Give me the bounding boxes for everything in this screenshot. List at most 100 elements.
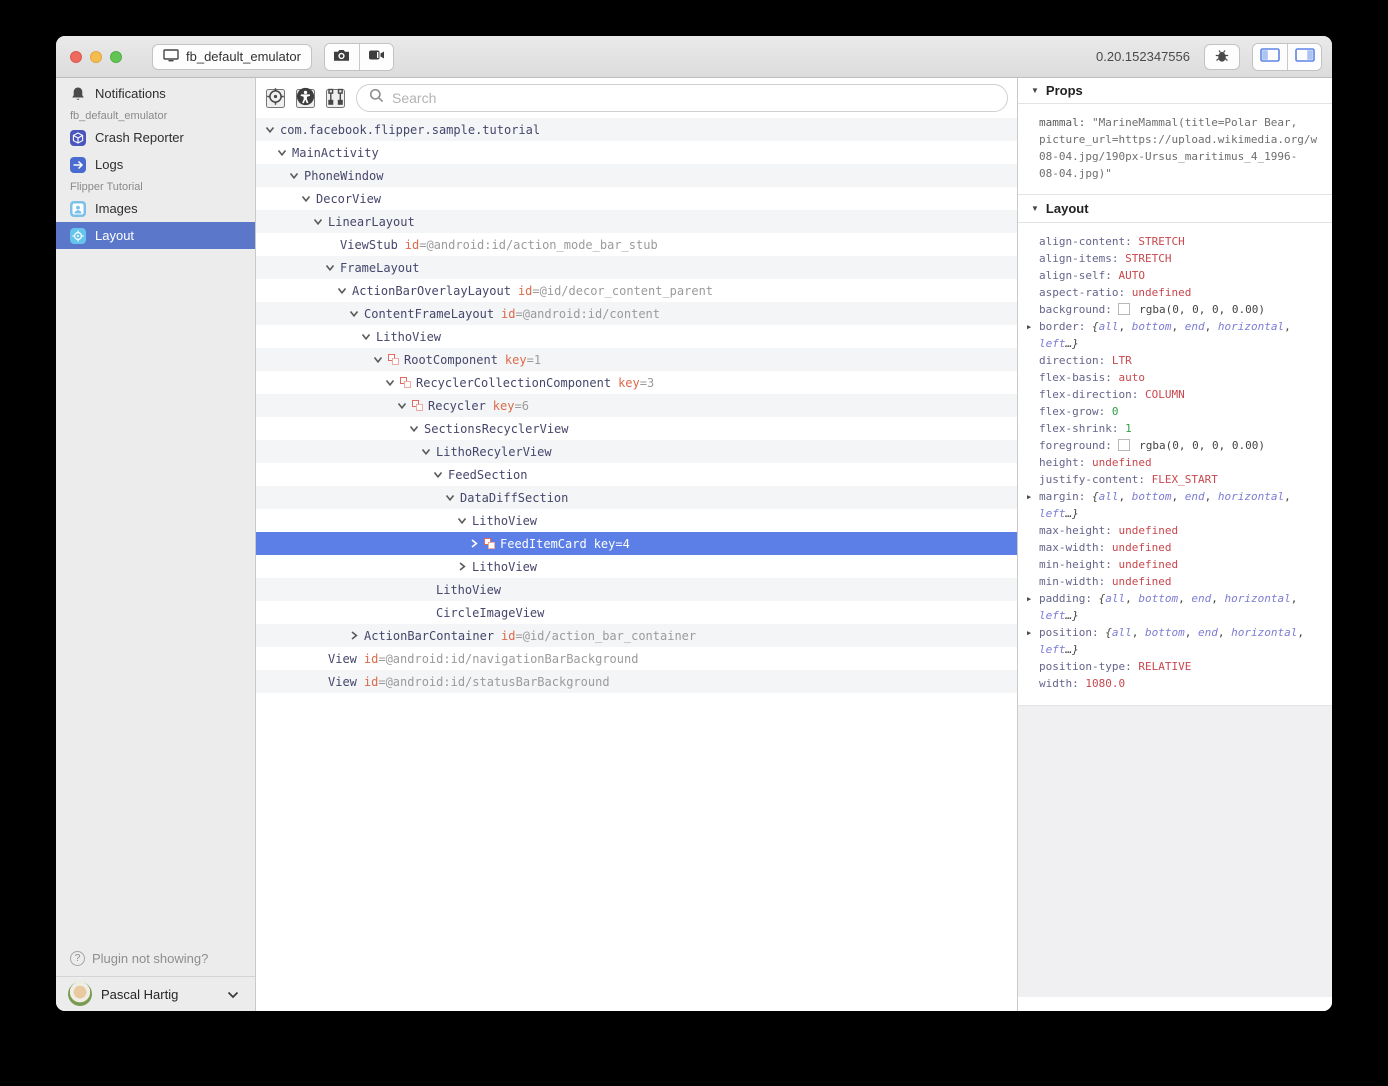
expand-open-icon[interactable] [386,377,400,389]
layout-prop-row[interactable]: direction: LTR [1018,352,1332,369]
expand-open-icon[interactable] [266,124,280,136]
tree-row[interactable]: LithoRecylerView [256,440,1017,463]
zoom-button[interactable] [110,51,122,63]
prop-value-line[interactable]: picture_url=https://upload.wikimedia.org… [1039,131,1320,148]
tree-row[interactable]: DecorView [256,187,1017,210]
layout-prop-row[interactable]: flex-direction: COLUMN [1018,386,1332,403]
search-box[interactable] [356,84,1008,112]
expand-open-icon[interactable] [422,446,436,458]
expand-open-icon[interactable] [446,492,460,504]
layout-prop-row[interactable]: min-width: undefined [1018,573,1332,590]
prop-value-line[interactable]: 08-04.jpg/190px-Ursus_maritimus_4_1996- [1039,148,1320,165]
tree-row[interactable]: PhoneWindow [256,164,1017,187]
tree-row[interactable]: CircleImageView [256,601,1017,624]
target-mode-button[interactable] [266,89,285,108]
layout-prop-row[interactable]: aspect-ratio: undefined [1018,284,1332,301]
tree-row[interactable]: Recyclerkey=6 [256,394,1017,417]
expand-closed-icon[interactable]: ▶ [1027,318,1039,352]
tree-row[interactable]: LithoView [256,578,1017,601]
tree-row[interactable]: LithoView [256,325,1017,348]
layout-prop-row[interactable]: foreground: rgba(0, 0, 0, 0.00) [1018,437,1332,454]
layout-prop-row[interactable]: align-content: STRETCH [1018,233,1332,250]
layout-prop-row[interactable]: flex-basis: auto [1018,369,1332,386]
tree-row[interactable]: ActionBarContainerid=@id/action_bar_cont… [256,624,1017,647]
plugin-not-showing-link[interactable]: ? Plugin not showing? [56,940,255,976]
tree-row[interactable]: LithoView [256,555,1017,578]
expand-open-icon[interactable] [374,354,388,366]
color-swatch[interactable] [1118,303,1130,315]
hierarchy-button[interactable] [326,89,345,108]
layout-prop-row[interactable]: position-type: RELATIVE [1018,658,1332,675]
color-swatch[interactable] [1118,439,1130,451]
layout-prop-row[interactable]: background: rgba(0, 0, 0, 0.00) [1018,301,1332,318]
tree-row[interactable]: SectionsRecyclerView [256,417,1017,440]
layout-prop-row[interactable]: align-items: STRETCH [1018,250,1332,267]
layout-prop-row[interactable]: justify-content: FLEX_START [1018,471,1332,488]
tree-row[interactable]: FeedItemCardkey=4 [256,532,1017,555]
tree-row[interactable]: LinearLayout [256,210,1017,233]
expand-closed-icon[interactable]: ▶ [1027,624,1039,658]
expand-open-icon[interactable] [302,193,316,205]
accessibility-mode-button[interactable] [296,89,315,108]
user-menu[interactable]: Pascal Hartig [56,976,255,1011]
layout-prop-row[interactable]: ▶position: {all, bottom, end, horizontal… [1018,624,1332,658]
expand-open-icon[interactable] [350,308,364,320]
props-content[interactable]: mammal: "MarineMammal(title=Polar Bear,p… [1018,104,1332,195]
tree-row[interactable]: RootComponentkey=1 [256,348,1017,371]
tree-row[interactable]: MainActivity [256,141,1017,164]
tree-row[interactable]: FrameLayout [256,256,1017,279]
sidebar-item-layout[interactable]: Layout [56,222,255,249]
tree-row[interactable]: RecyclerCollectionComponentkey=3 [256,371,1017,394]
tree-row[interactable]: Viewid=@android:id/navigationBarBackgrou… [256,647,1017,670]
expand-open-icon[interactable] [410,423,424,435]
expand-closed-icon[interactable] [470,538,484,550]
screenshot-button[interactable] [325,44,359,70]
tree-row[interactable]: ContentFrameLayoutid=@android:id/content [256,302,1017,325]
layout-prop-row[interactable]: width: 1080.0 [1018,675,1332,692]
sidebar-item-logs[interactable]: Logs [56,151,255,178]
expand-closed-icon[interactable]: ▶ [1027,488,1039,522]
layout-prop-row[interactable]: height: undefined [1018,454,1332,471]
tree-row[interactable]: com.facebook.flipper.sample.tutorial [256,118,1017,141]
expand-open-icon[interactable] [398,400,412,412]
layout-prop-row[interactable]: max-width: undefined [1018,539,1332,556]
expand-open-icon[interactable] [434,469,448,481]
screen-record-button[interactable] [359,44,393,70]
expand-closed-icon[interactable] [350,630,364,642]
close-button[interactable] [70,51,82,63]
expand-closed-icon[interactable] [458,561,472,573]
expand-open-icon[interactable] [278,147,292,159]
layout-section-header[interactable]: ▼ Layout [1018,195,1332,223]
prop-value-line[interactable]: 08-04.jpg)" [1039,165,1320,182]
layout-prop-row[interactable]: flex-shrink: 1 [1018,420,1332,437]
layout-prop-row[interactable]: align-self: AUTO [1018,267,1332,284]
bug-report-button[interactable] [1204,44,1240,70]
layout-prop-row[interactable]: max-height: undefined [1018,522,1332,539]
tree-row[interactable]: LithoView [256,509,1017,532]
expand-open-icon[interactable] [326,262,340,274]
expand-closed-icon[interactable]: ▶ [1027,590,1039,624]
toggle-right-panel-button[interactable] [1287,44,1321,70]
expand-open-icon[interactable] [290,170,304,182]
expand-open-icon[interactable] [362,331,376,343]
tree-row[interactable]: Viewid=@android:id/statusBarBackground [256,670,1017,693]
layout-prop-row[interactable]: ▶border: {all, bottom, end, horizontal, … [1018,318,1332,352]
sidebar-item-notifications[interactable]: Notifications [56,80,255,107]
minimize-button[interactable] [90,51,102,63]
expand-open-icon[interactable] [314,216,328,228]
expand-open-icon[interactable] [458,515,472,527]
tree-row[interactable]: FeedSection [256,463,1017,486]
tree-row[interactable]: ViewStubid=@android:id/action_mode_bar_s… [256,233,1017,256]
layout-prop-row[interactable]: ▶margin: {all, bottom, end, horizontal, … [1018,488,1332,522]
layout-prop-row[interactable]: flex-grow: 0 [1018,403,1332,420]
sidebar-item-crash-reporter[interactable]: Crash Reporter [56,124,255,151]
props-section-header[interactable]: ▼ Props [1018,78,1332,104]
layout-prop-row[interactable]: min-height: undefined [1018,556,1332,573]
search-input[interactable] [392,90,995,106]
expand-open-icon[interactable] [338,285,352,297]
prop-value-line[interactable]: mammal: "MarineMammal(title=Polar Bear, [1039,114,1320,131]
device-selector-button[interactable]: fb_default_emulator [152,44,312,70]
toggle-left-panel-button[interactable] [1253,44,1287,70]
layout-prop-row[interactable]: ▶padding: {all, bottom, end, horizontal,… [1018,590,1332,624]
tree-row[interactable]: ActionBarOverlayLayoutid=@id/decor_conte… [256,279,1017,302]
